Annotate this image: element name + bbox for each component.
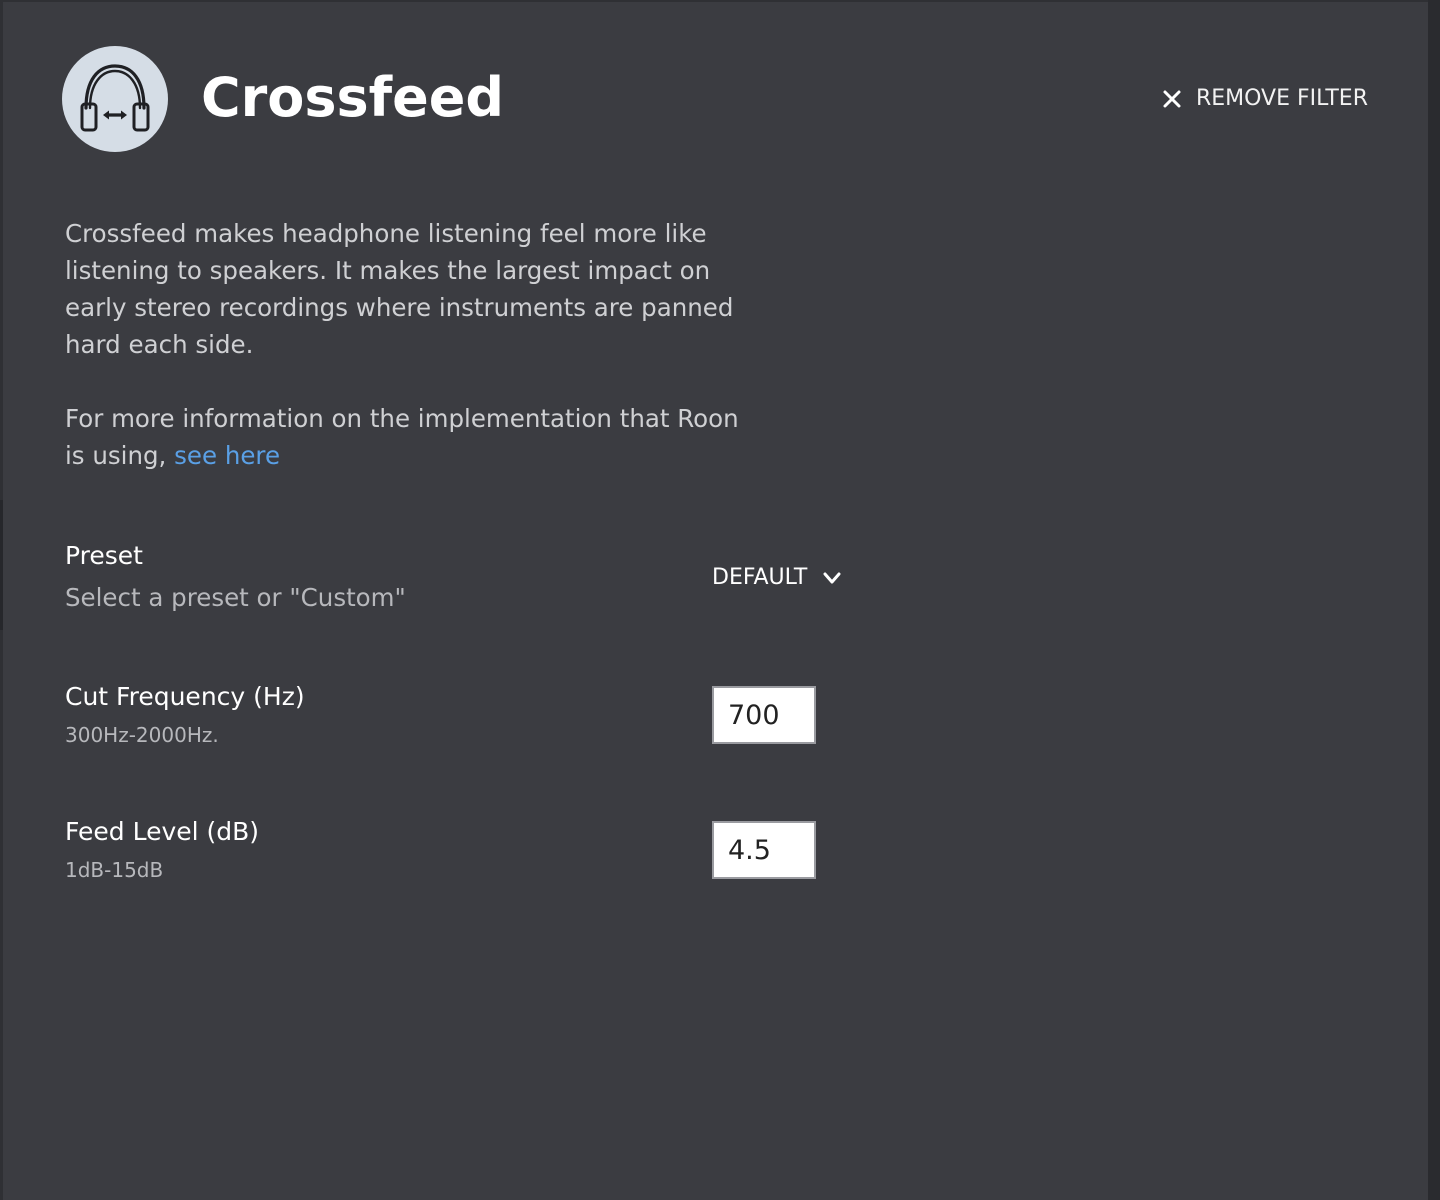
filter-description: Crossfeed makes headphone listening feel… <box>65 215 765 474</box>
preset-dropdown[interactable]: DEFAULT <box>712 565 843 590</box>
filter-header: Crossfeed REMOVE FILTER <box>62 46 1372 154</box>
info-text: For more information on the implementati… <box>65 404 739 470</box>
description-paragraph: Crossfeed makes headphone listening feel… <box>65 219 734 359</box>
info-paragraph: For more information on the implementati… <box>65 400 765 474</box>
filter-avatar <box>62 46 168 152</box>
remove-filter-button[interactable]: REMOVE FILTER <box>1162 86 1368 111</box>
page-title: Crossfeed <box>201 66 505 129</box>
remove-filter-label: REMOVE FILTER <box>1195 86 1368 111</box>
left-edge-divider <box>0 500 3 630</box>
scrollbar-track[interactable] <box>1428 0 1440 1200</box>
chevron-down-icon <box>823 572 841 583</box>
headphones-crossfeed-icon <box>80 64 150 132</box>
see-here-link[interactable]: see here <box>174 441 280 470</box>
feed-level-input[interactable] <box>712 821 816 879</box>
cut-frequency-input[interactable] <box>712 686 816 744</box>
preset-selected-value: DEFAULT <box>712 565 808 590</box>
close-icon <box>1163 90 1181 107</box>
